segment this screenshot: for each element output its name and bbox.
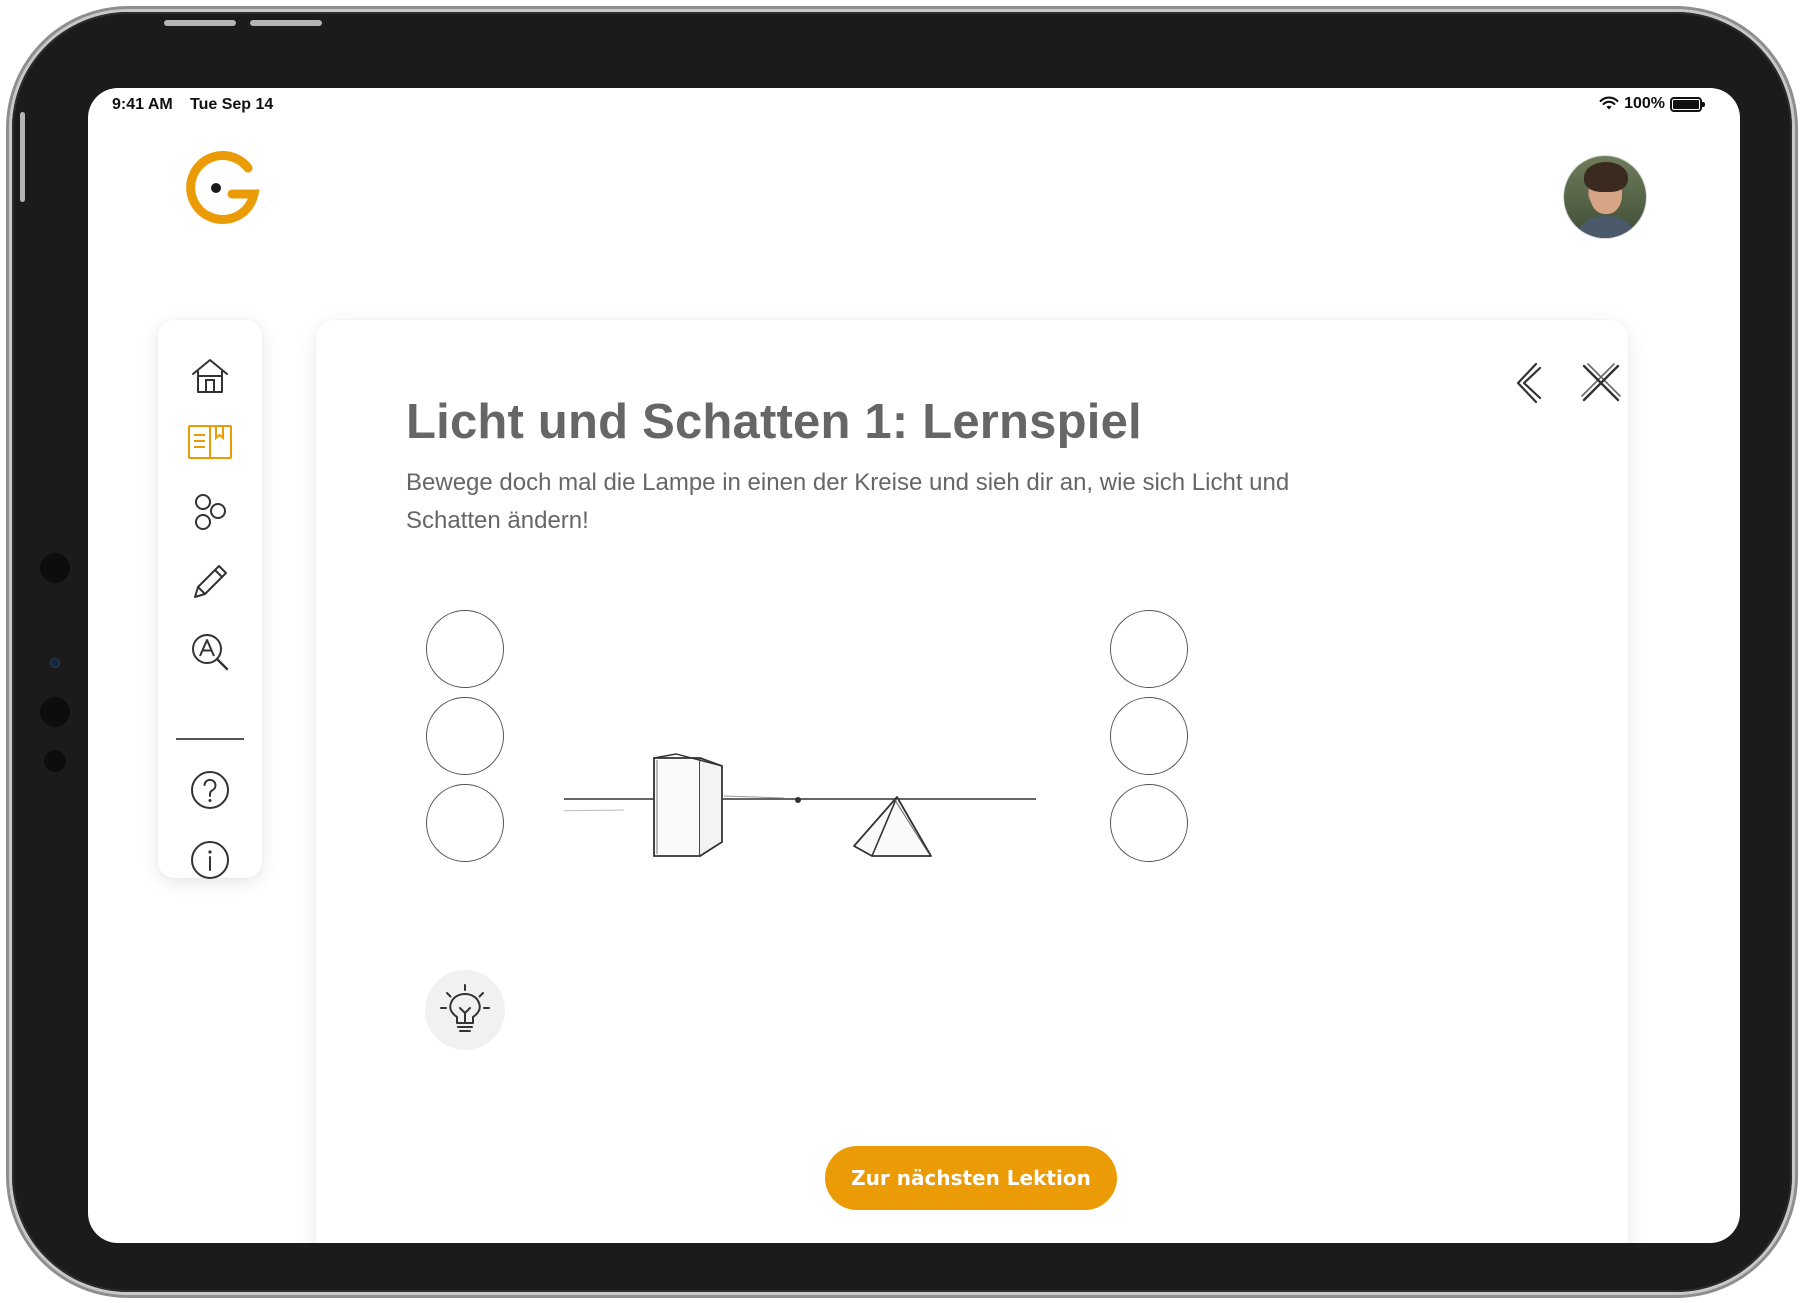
side-button: [20, 112, 25, 202]
chevron-left-icon[interactable]: [1506, 360, 1552, 406]
user-avatar[interactable]: [1564, 156, 1646, 238]
book-icon: [188, 425, 232, 459]
avatar-hair: [1584, 162, 1628, 192]
sidebar-item-help[interactable]: [184, 764, 236, 816]
sensor-dot: [40, 553, 70, 583]
search-letter-icon: [192, 634, 229, 671]
pencil-icon: [194, 565, 227, 598]
sidebar-item-glossary[interactable]: [184, 626, 236, 678]
sidebar-item-home[interactable]: [184, 350, 236, 402]
help-icon: [191, 771, 229, 809]
battery-icon: [1670, 96, 1705, 112]
molecule-icon: [195, 494, 226, 530]
sidebar-item-notes[interactable]: [184, 556, 236, 608]
sidebar: [158, 320, 262, 879]
lightbulb-icon: [440, 984, 490, 1032]
sensor-dot: [44, 750, 66, 772]
camera-lens: [50, 658, 60, 668]
avatar-shirt: [1574, 216, 1638, 238]
next-lesson-button[interactable]: Zur nächsten Lektion: [825, 1146, 1117, 1210]
status-indicators: 100%: [1599, 95, 1705, 113]
sidebar-item-info[interactable]: [184, 834, 236, 886]
sensor-dot: [40, 697, 70, 727]
lesson-description: Bewege doch mal die Lampe in einen der K…: [406, 469, 1290, 534]
tablet-frame: 9:41 AM Tue Sep 14 100% Licht und Schatt…: [12, 12, 1792, 1292]
sketch-cube: [653, 753, 723, 857]
lesson-card: Licht und Schatten 1: Lernspiel Bewege d…: [316, 320, 1628, 1243]
volume-down-button: [250, 20, 322, 26]
app-screen: 9:41 AM Tue Sep 14 100% Licht und Schatt…: [88, 88, 1740, 1243]
lesson-title: Licht und Schatten 1: Lernspiel: [406, 395, 1142, 449]
lamp-slot-left-bottom[interactable]: [426, 784, 504, 862]
sidebar-item-lessons[interactable]: [184, 416, 236, 468]
lamp-slot-right-top[interactable]: [1110, 610, 1188, 688]
info-icon: [191, 841, 229, 879]
close-icon[interactable]: [1578, 360, 1624, 406]
battery-percent: 100%: [1624, 95, 1665, 112]
lamp-slot-left-middle[interactable]: [426, 697, 504, 775]
status-bar: 9:41 AM Tue Sep 14 100%: [88, 88, 1740, 122]
sidebar-divider: [176, 738, 244, 740]
status-date: Tue Sep 14: [190, 96, 274, 113]
sketch-light-point: [795, 797, 801, 803]
sidebar-item-experiments[interactable]: [184, 486, 236, 538]
wifi-icon: [1599, 96, 1619, 110]
status-time: 9:41 AM: [112, 96, 173, 113]
home-icon: [192, 359, 228, 393]
lamp-slot-right-bottom[interactable]: [1110, 784, 1188, 862]
lamp-hint-button[interactable]: [425, 970, 505, 1050]
light-shadow-scene: [564, 753, 1036, 857]
sketch-pyramid: [853, 796, 932, 857]
volume-up-button: [164, 20, 236, 26]
lamp-slot-right-middle[interactable]: [1110, 697, 1188, 775]
lamp-slot-left-top[interactable]: [426, 610, 504, 688]
g-logo-icon[interactable]: [178, 146, 266, 234]
